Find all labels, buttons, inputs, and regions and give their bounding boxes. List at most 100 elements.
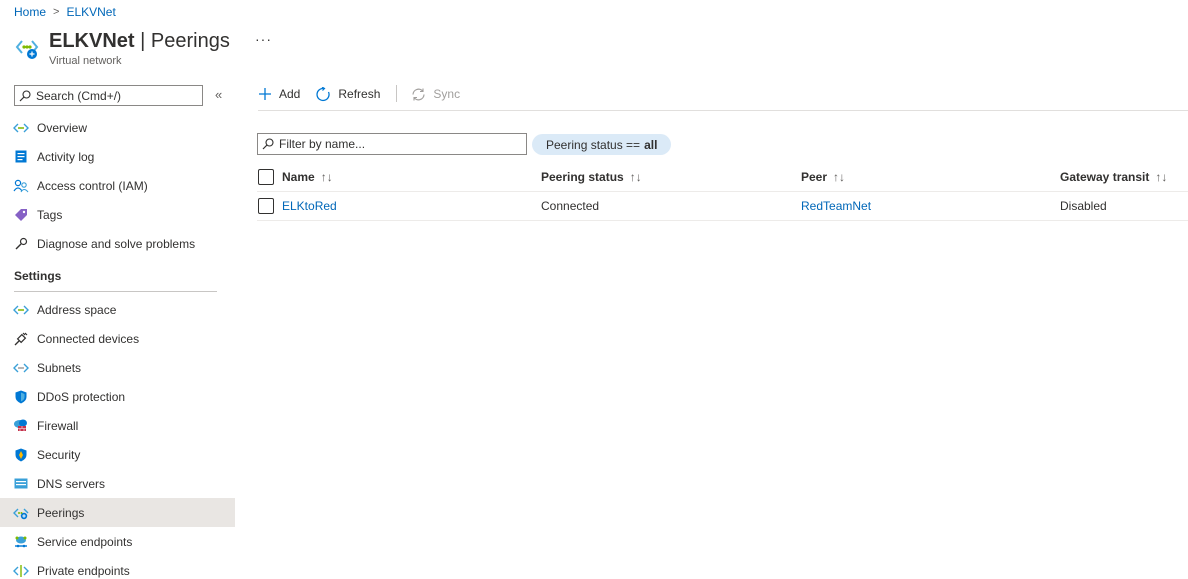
row-checkbox[interactable] bbox=[258, 198, 274, 214]
sidebar-item-label: Activity log bbox=[37, 149, 95, 164]
sidebar-item-activity-log[interactable]: Activity log bbox=[0, 142, 235, 171]
sidebar-item-security[interactable]: Security bbox=[0, 440, 235, 469]
sort-icon: ↑↓ bbox=[1155, 170, 1168, 184]
peering-status-cell: Connected bbox=[541, 199, 600, 213]
vnet-icon bbox=[13, 302, 29, 318]
sync-icon bbox=[411, 87, 426, 102]
security-shield-icon bbox=[13, 447, 29, 463]
sidebar-item-label: DNS servers bbox=[37, 476, 106, 491]
breadcrumb-separator: > bbox=[53, 6, 60, 18]
sidebar-item-label: Diagnose and solve problems bbox=[37, 236, 196, 251]
sort-icon: ↑↓ bbox=[320, 170, 333, 184]
sidebar-item-label: Service endpoints bbox=[37, 534, 133, 549]
column-header-label: Gateway transit bbox=[1060, 170, 1150, 184]
sort-icon: ↑↓ bbox=[833, 170, 846, 184]
search-icon bbox=[262, 138, 274, 150]
shield-icon bbox=[13, 389, 29, 405]
sidebar-item-label: DDoS protection bbox=[37, 389, 126, 404]
sidebar-item-tags[interactable]: Tags bbox=[0, 200, 235, 229]
sync-button[interactable]: Sync bbox=[411, 84, 460, 104]
sidebar-search-placeholder: Search (Cmd+/) bbox=[36, 88, 122, 103]
refresh-icon bbox=[316, 86, 331, 102]
settings-divider bbox=[14, 291, 217, 292]
sort-icon: ↑↓ bbox=[629, 170, 642, 184]
private-endpoints-icon bbox=[13, 563, 29, 579]
sidebar-item-label: Access control (IAM) bbox=[37, 178, 148, 193]
tag-icon bbox=[13, 207, 29, 223]
sidebar-item-label: Private endpoints bbox=[37, 563, 130, 578]
page-header: ELKVNet | Peerings Virtual network bbox=[14, 28, 230, 67]
column-header-peer[interactable]: Peer ↑↓ bbox=[801, 170, 1060, 184]
sidebar-item-dns-servers[interactable]: DNS servers bbox=[0, 469, 235, 498]
sidebar-item-firewall[interactable]: Firewall bbox=[0, 411, 235, 440]
gateway-transit-cell: Disabled bbox=[1060, 199, 1107, 213]
settings-section-header: Settings bbox=[14, 269, 62, 283]
table-header-row: Name ↑↓ Peering status ↑↓ Peer ↑↓ Gateway t… bbox=[257, 163, 1188, 192]
vnet-icon bbox=[13, 360, 29, 376]
sidebar-nav: Overview Activity log Access control (IA… bbox=[0, 113, 235, 579]
filter-pill-label: Peering status == bbox=[546, 137, 641, 152]
add-button-label: Add bbox=[279, 87, 301, 101]
sidebar-item-label: Overview bbox=[37, 120, 88, 135]
sidebar-item-service-endpoints[interactable]: Service endpoints bbox=[0, 527, 235, 556]
command-bar: Add Refresh Sync bbox=[258, 84, 1188, 111]
peer-link[interactable]: RedTeamNet bbox=[801, 199, 1060, 213]
breadcrumb-current-link[interactable]: ELKVNet bbox=[66, 5, 115, 19]
sidebar-item-label: Firewall bbox=[37, 418, 79, 433]
sidebar-item-label: Address space bbox=[37, 302, 117, 317]
sidebar-item-diagnose[interactable]: Diagnose and solve problems bbox=[0, 229, 235, 258]
breadcrumb: Home > ELKVNet bbox=[14, 5, 116, 19]
peering-resource-icon bbox=[15, 40, 39, 59]
refresh-button[interactable]: Refresh bbox=[316, 84, 380, 104]
page-title-blade: Peerings bbox=[150, 30, 230, 52]
page-title-divider: | bbox=[134, 30, 151, 52]
people-icon bbox=[13, 178, 29, 194]
refresh-button-label: Refresh bbox=[338, 87, 381, 101]
firewall-icon bbox=[13, 418, 29, 434]
sidebar-item-overview[interactable]: Overview bbox=[0, 113, 235, 142]
sidebar-item-access-control[interactable]: Access control (IAM) bbox=[0, 171, 235, 200]
dns-icon bbox=[13, 476, 29, 492]
service-endpoints-icon bbox=[13, 534, 29, 550]
column-header-label: Peering status bbox=[541, 170, 624, 184]
filter-placeholder: Filter by name... bbox=[279, 137, 366, 151]
column-header-peering-status[interactable]: Peering status ↑↓ bbox=[541, 170, 801, 184]
sidebar-item-private-endpoints[interactable]: Private endpoints bbox=[0, 556, 235, 579]
sidebar-item-label: Subnets bbox=[37, 360, 82, 375]
page-title: ELKVNet | Peerings bbox=[49, 28, 230, 54]
sidebar-item-address-space[interactable]: Address space bbox=[0, 295, 235, 324]
table-row: ELKtoRed Connected RedTeamNet Disabled bbox=[257, 192, 1188, 221]
filter-by-name-input[interactable]: Filter by name... bbox=[257, 133, 527, 155]
peering-name-link[interactable]: ELKtoRed bbox=[282, 199, 541, 213]
sidebar-item-label: Connected devices bbox=[37, 331, 140, 346]
search-icon bbox=[19, 89, 31, 101]
add-button[interactable]: Add bbox=[258, 84, 300, 104]
column-header-label: Peer bbox=[801, 170, 828, 184]
sidebar-item-subnets[interactable]: Subnets bbox=[0, 353, 235, 382]
vnet-icon bbox=[13, 120, 29, 136]
column-header-name[interactable]: Name ↑↓ bbox=[282, 170, 541, 184]
column-header-label: Name bbox=[282, 170, 315, 184]
select-all-checkbox[interactable] bbox=[258, 169, 274, 185]
sidebar-search-input[interactable]: Search (Cmd+/) bbox=[14, 85, 203, 106]
sidebar-item-label: Tags bbox=[37, 207, 63, 222]
column-header-gateway-transit[interactable]: Gateway transit ↑↓ bbox=[1060, 170, 1188, 184]
activity-log-icon bbox=[13, 149, 29, 165]
sync-button-label: Sync bbox=[433, 87, 461, 101]
peering-icon bbox=[13, 505, 29, 521]
peerings-table: Name ↑↓ Peering status ↑↓ Peer ↑↓ Gateway t… bbox=[257, 163, 1188, 221]
collapse-sidebar-icon[interactable]: « bbox=[215, 87, 222, 102]
more-options-button[interactable]: ··· bbox=[255, 31, 272, 47]
filter-pill-value: all bbox=[644, 137, 658, 152]
breadcrumb-home-link[interactable]: Home bbox=[14, 5, 46, 19]
sidebar-item-label: Security bbox=[37, 447, 81, 462]
plus-icon bbox=[258, 87, 272, 101]
page-subtitle: Virtual network bbox=[49, 55, 122, 67]
peering-status-filter-pill[interactable]: Peering status == all bbox=[532, 134, 672, 155]
page-title-resource: ELKVNet bbox=[49, 30, 135, 52]
sidebar-item-peerings[interactable]: Peerings bbox=[0, 498, 235, 527]
wrench-icon bbox=[13, 236, 29, 252]
toolbar-divider bbox=[396, 85, 398, 102]
sidebar-item-connected-devices[interactable]: Connected devices bbox=[0, 324, 235, 353]
sidebar-item-ddos-protection[interactable]: DDoS protection bbox=[0, 382, 235, 411]
